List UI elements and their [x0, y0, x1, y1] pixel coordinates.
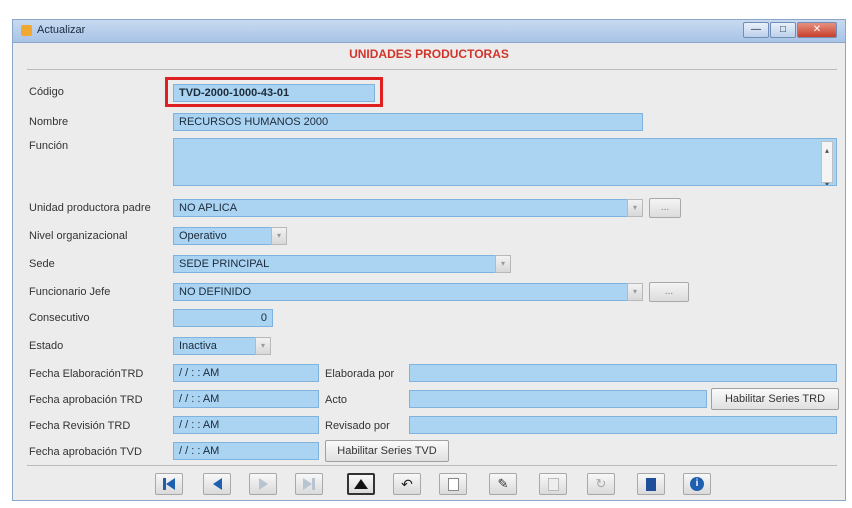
form-header: UNIDADES PRODUCTORAS	[349, 47, 509, 61]
elaborada-por-label: Elaborada por	[325, 368, 395, 380]
update-window: Actualizar — □ ✕ UNIDADES PRODUCTORAS Có…	[12, 19, 846, 501]
acto-field[interactable]	[409, 390, 707, 408]
new-document-button[interactable]	[439, 473, 467, 495]
fecha-elab-trd-label: Fecha ElaboraciónTRD	[29, 368, 144, 380]
refresh-button[interactable]: ↻	[587, 473, 615, 495]
elaborada-por-field[interactable]	[409, 364, 837, 382]
fecha-aprob-tvd-label: Fecha aprobación TVD	[29, 446, 142, 458]
previous-arrow-icon	[212, 478, 222, 490]
help-button[interactable]: i	[683, 473, 711, 495]
first-record-button[interactable]	[155, 473, 183, 495]
next-record-button[interactable]	[249, 473, 277, 495]
sede-dropdown-icon[interactable]: ▾	[495, 255, 511, 273]
nivel-dropdown-icon[interactable]: ▾	[271, 227, 287, 245]
habilitar-series-tvd-button[interactable]: Habilitar Series TVD	[325, 440, 449, 462]
fecha-aprob-trd-field[interactable]: / / : : AM	[173, 390, 319, 408]
bookmark-button[interactable]	[637, 473, 665, 495]
nivel-label: Nivel organizacional	[29, 230, 128, 242]
last-arrow-icon	[303, 478, 312, 490]
funcion-scrollbar[interactable]: ▴ ▾	[821, 141, 833, 185]
eject-icon	[354, 479, 368, 489]
pencil-icon: ✎	[497, 476, 509, 491]
unidad-padre-search-button[interactable]: ...	[649, 198, 681, 218]
nombre-field[interactable]: RECURSOS HUMANOS 2000	[173, 113, 643, 131]
funcionario-select[interactable]: NO DEFINIDO	[173, 283, 643, 301]
estado-dropdown-icon[interactable]: ▾	[255, 337, 271, 355]
last-record-button[interactable]	[295, 473, 323, 495]
help-icon: i	[690, 477, 704, 491]
funcion-textarea[interactable]: ▴ ▾	[173, 138, 837, 186]
consecutivo-field[interactable]: 0	[173, 309, 273, 327]
funcionario-dropdown-icon[interactable]: ▾	[627, 283, 643, 301]
fecha-aprob-tvd-field[interactable]: / / : : AM	[173, 442, 319, 460]
undo-button[interactable]: ↶	[393, 473, 421, 495]
eject-button[interactable]	[347, 473, 375, 495]
unidad-padre-label: Unidad productora padre	[29, 202, 151, 214]
fecha-elab-trd-field[interactable]: / / : : AM	[173, 364, 319, 382]
sede-label: Sede	[29, 258, 55, 270]
fecha-aprob-trd-label: Fecha aprobación TRD	[29, 394, 143, 406]
codigo-label: Código	[29, 86, 64, 98]
minimize-button[interactable]: —	[743, 22, 769, 38]
fecha-rev-trd-field[interactable]: / / : : AM	[173, 416, 319, 434]
unidad-padre-select[interactable]: NO APLICA	[173, 199, 643, 217]
footer-divider	[27, 465, 837, 466]
habilitar-series-trd-button[interactable]: Habilitar Series TRD	[711, 388, 839, 410]
unidad-padre-dropdown-icon[interactable]: ▾	[627, 199, 643, 217]
funcion-label: Función	[29, 140, 69, 152]
nivel-select[interactable]: Operativo	[173, 227, 287, 245]
refresh-icon: ↻	[595, 476, 607, 491]
last-bar-icon	[312, 478, 315, 490]
estado-label: Estado	[29, 340, 64, 352]
revisado-por-label: Revisado por	[325, 420, 390, 432]
title-bar: Actualizar — □ ✕	[13, 20, 845, 43]
consecutivo-label: Consecutivo	[29, 312, 90, 324]
acto-label: Acto	[325, 394, 348, 406]
document-icon	[447, 477, 459, 491]
funcionario-label: Funcionario Jefe	[29, 286, 111, 298]
edit-button[interactable]: ✎	[489, 473, 517, 495]
next-arrow-icon	[258, 478, 268, 490]
previous-record-button[interactable]	[203, 473, 231, 495]
save-button[interactable]	[539, 473, 567, 495]
save-icon	[547, 477, 559, 491]
funcionario-search-button[interactable]: ...	[649, 282, 689, 302]
fecha-rev-trd-label: Fecha Revisión TRD	[29, 420, 131, 432]
codigo-highlight	[165, 77, 383, 107]
nombre-label: Nombre	[29, 116, 69, 128]
window-title: Actualizar	[37, 24, 86, 36]
sede-select[interactable]: SEDE PRINCIPAL	[173, 255, 511, 273]
undo-icon: ↶	[401, 475, 413, 492]
header-divider	[27, 69, 837, 70]
revisado-por-field[interactable]	[409, 416, 837, 434]
maximize-button[interactable]: □	[770, 22, 796, 38]
bookmark-icon	[646, 477, 656, 491]
close-button[interactable]: ✕	[797, 22, 837, 38]
first-arrow-icon	[166, 478, 175, 490]
app-icon	[21, 25, 32, 36]
